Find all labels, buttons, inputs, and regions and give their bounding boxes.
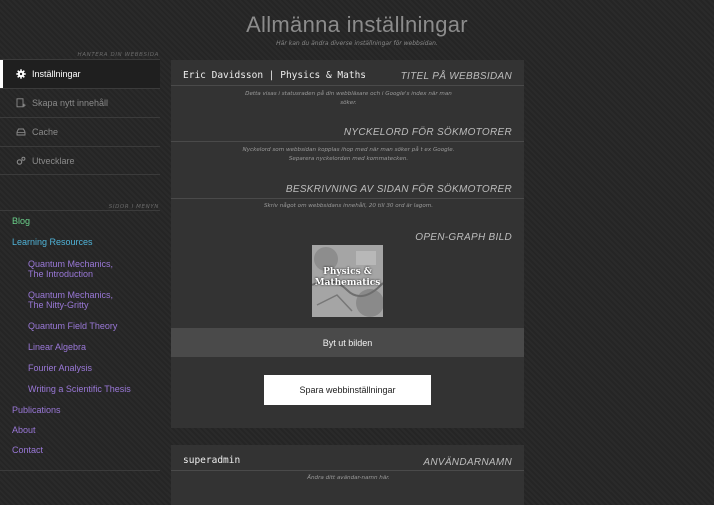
menu-link-qft[interactable]: Quantum Field Theory: [0, 321, 160, 331]
og-image-preview: Physics & Mathematics: [312, 245, 383, 317]
description-help: Skriv något om webbsidans innehåll, 20 t…: [264, 203, 433, 209]
og-image-caption-line: Physics &: [323, 267, 372, 277]
menu-divider-bottom: [0, 470, 160, 471]
developer-gears-icon: [14, 156, 28, 166]
sidebar-item-label: Utvecklare: [32, 155, 75, 166]
menu-link-qm-intro[interactable]: Quantum Mechanics, The Introduction: [0, 259, 160, 279]
site-title-underline: [171, 85, 524, 86]
menu-link-line: Quantum Mechanics,: [28, 259, 114, 269]
sidebar-item-settings[interactable]: Inställningar: [0, 59, 160, 88]
menu-link-scientific-thesis[interactable]: Writing a Scientific Thesis: [0, 384, 160, 394]
sidebar-item-label: Cache: [32, 127, 59, 137]
menu-link-line: Quantum Mechanics,: [28, 290, 114, 300]
description-input[interactable]: [171, 198, 524, 199]
username-input[interactable]: superadmin: [183, 455, 240, 466]
menu-divider: [0, 210, 160, 211]
username-help: Ändra ditt avändar-namn här.: [307, 475, 390, 481]
menu-link-learning-resources[interactable]: Learning Resources: [0, 237, 160, 247]
menu-link-line: The Nitty-Gritty: [28, 300, 89, 310]
site-title-input[interactable]: Eric Davidsson | Physics & Maths: [183, 70, 366, 81]
menu-link-contact[interactable]: Contact: [0, 445, 160, 455]
sidebar-item-new-content[interactable]: Skapa nytt innehåll: [0, 88, 160, 117]
og-image-caption-line: Mathematics: [314, 278, 381, 288]
username-underline: [171, 470, 524, 471]
site-title-label: TITEL PÅ WEBBSIDAN: [400, 71, 512, 82]
site-menu: Blog Learning Resources Quantum Mechanic…: [0, 216, 160, 465]
menu-link-blog[interactable]: Blog: [0, 216, 160, 226]
user-panel: superadmin ANVÄNDARNAMN Ändra ditt avänd…: [171, 445, 524, 505]
sidebar: HANTERA DIN WEBBSIDA Inställningar Skapa…: [0, 0, 160, 492]
keywords-help: Nyckelord som webbsidan kopplas ihop med…: [242, 147, 455, 162]
menu-link-fourier-analysis[interactable]: Fourier Analysis: [0, 363, 160, 373]
menu-link-publications[interactable]: Publications: [0, 405, 160, 415]
menu-link-linear-algebra[interactable]: Linear Algebra: [0, 342, 160, 352]
settings-panel: Eric Davidsson | Physics & Maths TITEL P…: [171, 60, 524, 428]
menu-link-line: The Introduction: [28, 269, 94, 279]
site-title-help: Detta visas i statusraden på din webbläs…: [245, 91, 452, 106]
keywords-label: NYCKELORD FÖR SÖKMOTORER: [343, 127, 512, 138]
new-content-icon: [14, 98, 28, 108]
section-label-manage: HANTERA DIN WEBBSIDA: [77, 52, 159, 58]
sidebar-nav: Inställningar Skapa nytt innehåll Cache …: [0, 59, 160, 175]
replace-image-button[interactable]: Byt ut bilden: [171, 328, 524, 357]
menu-link-qm-nitty-gritty[interactable]: Quantum Mechanics, The Nitty-Gritty: [0, 290, 160, 310]
keywords-input[interactable]: [171, 141, 524, 142]
sidebar-item-label: Inställningar: [32, 69, 81, 79]
sidebar-item-cache[interactable]: Cache: [0, 117, 160, 146]
og-image-label: OPEN-GRAPH BILD: [415, 232, 512, 243]
sidebar-item-developer[interactable]: Utvecklare: [0, 146, 160, 175]
sidebar-item-label: Skapa nytt innehåll: [32, 98, 109, 108]
og-image-caption: Physics & Mathematics: [312, 267, 383, 289]
cache-icon: [14, 127, 28, 137]
description-label: BESKRIVNING AV SIDAN FÖR SÖKMOTORER: [285, 184, 512, 195]
gear-icon: [14, 69, 28, 79]
menu-link-about[interactable]: About: [0, 425, 160, 435]
save-settings-button[interactable]: Spara webbinställningar: [264, 375, 431, 405]
username-label: ANVÄNDARNAMN: [423, 457, 512, 468]
